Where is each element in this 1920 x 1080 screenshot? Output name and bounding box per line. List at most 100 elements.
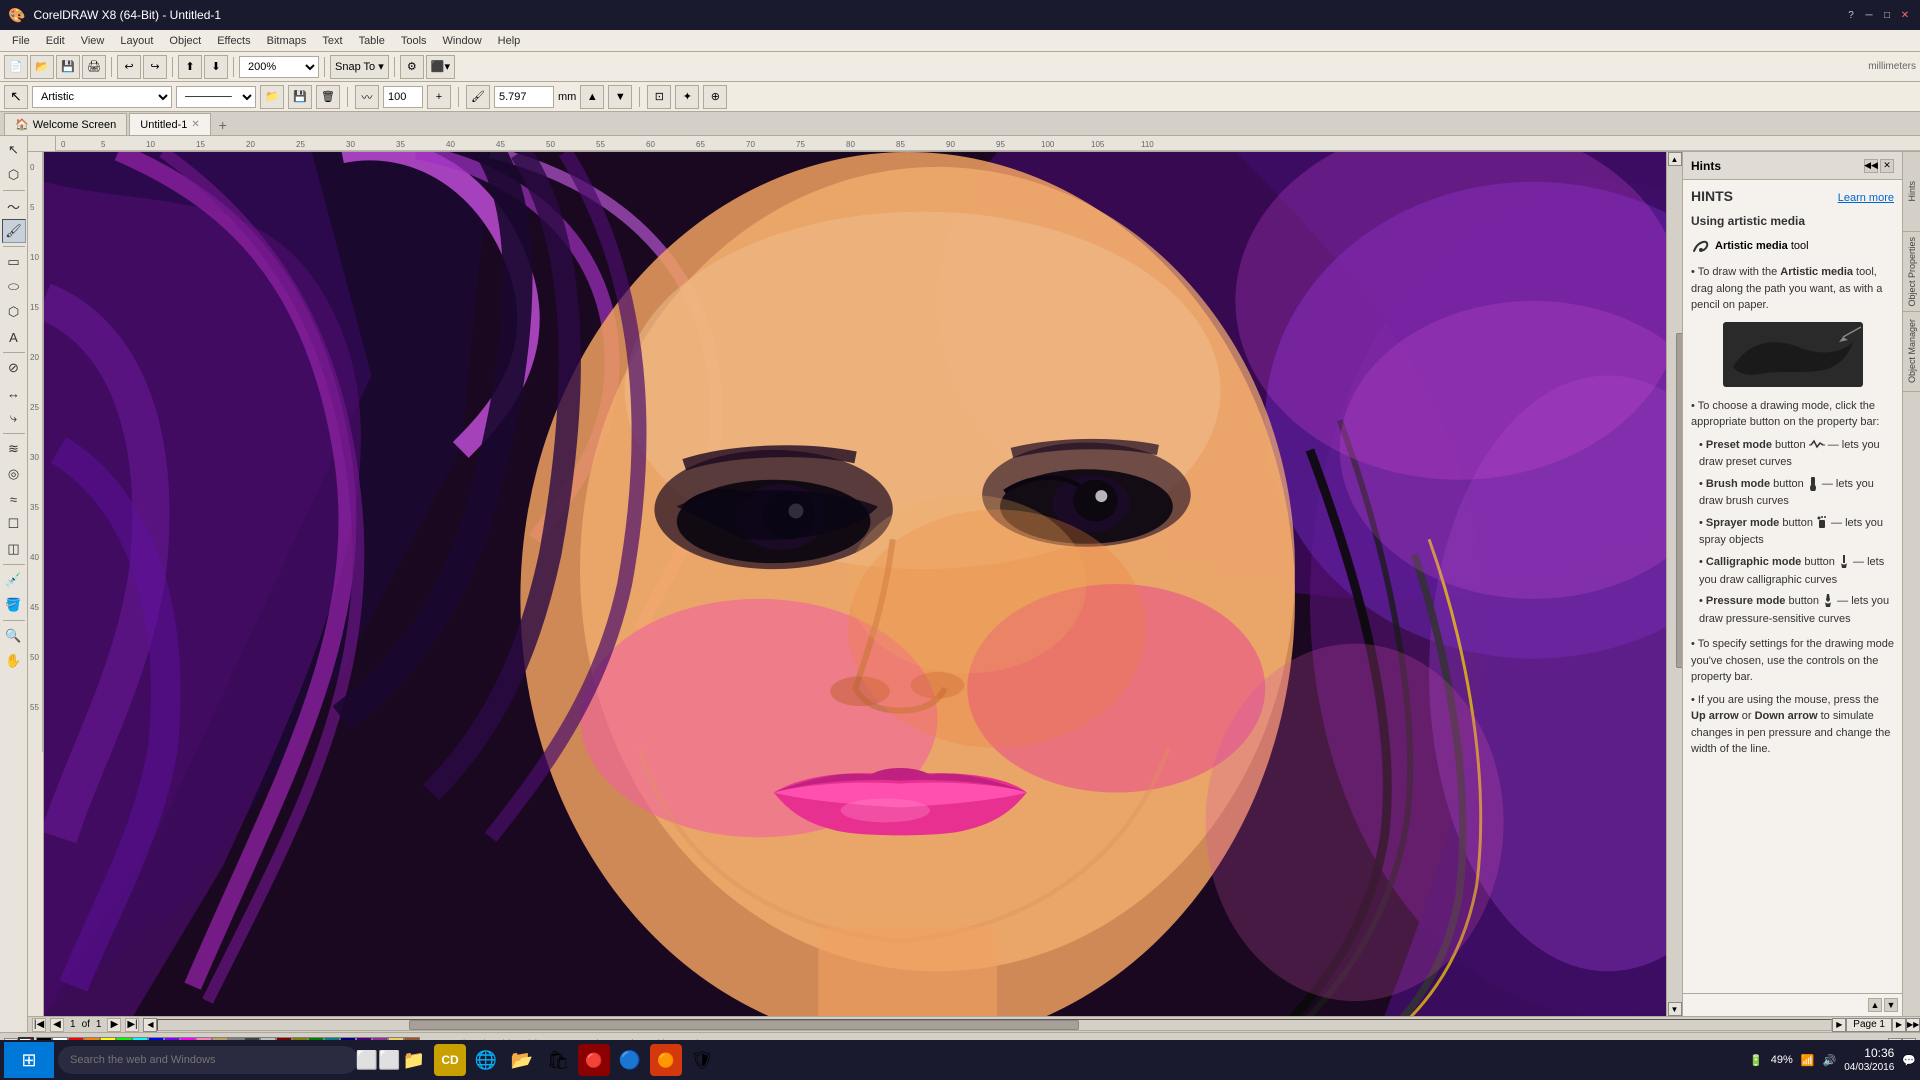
taskbar-clock[interactable]: 10:36 04/03/2016 xyxy=(1844,1046,1894,1075)
contour-tool[interactable]: ◎ xyxy=(2,462,26,486)
polygon-tool[interactable]: ⬡ xyxy=(2,300,26,324)
menu-text[interactable]: Text xyxy=(314,33,350,49)
scroll-right-button[interactable]: ▶ xyxy=(1832,1018,1846,1032)
smoothness-input[interactable] xyxy=(383,86,423,108)
import-button[interactable]: ⬆ xyxy=(178,55,202,79)
window-minimize-button[interactable]: ─ xyxy=(1862,8,1876,22)
scroll-up-button[interactable]: ▲ xyxy=(1668,152,1682,166)
taskbar-chrome-icon[interactable]: 🔵 xyxy=(614,1044,646,1076)
freehand-tool[interactable]: 〜 xyxy=(2,194,26,218)
add-tab-button[interactable]: + xyxy=(213,115,233,135)
transform-btn[interactable]: ⊡ xyxy=(647,85,671,109)
hints-expand-button[interactable]: ◀◀ xyxy=(1864,159,1878,173)
menu-file[interactable]: File xyxy=(4,33,38,49)
fill-tool[interactable]: 🪣 xyxy=(2,593,26,617)
taskbar-task-view[interactable]: ⬜⬜ xyxy=(362,1044,394,1076)
object-properties-tab[interactable]: Object Properties xyxy=(1903,232,1920,312)
snap-to-button[interactable]: Snap To ▾ xyxy=(330,55,389,79)
hints-scroll-up-button[interactable]: ▲ xyxy=(1868,998,1882,1012)
h-scroll-expand-right[interactable]: ▶ xyxy=(1892,1018,1906,1032)
menu-view[interactable]: View xyxy=(73,33,113,49)
taskbar-corel-icon[interactable]: CD xyxy=(434,1044,466,1076)
nodes-btn[interactable]: ✦ xyxy=(675,85,699,109)
menu-edit[interactable]: Edit xyxy=(38,33,73,49)
scroll-left-button[interactable]: ◀ xyxy=(143,1018,157,1032)
eyedropper-tool[interactable]: 💉 xyxy=(2,568,26,592)
welcome-tab[interactable]: 🏠 Welcome Screen xyxy=(4,113,127,135)
hints-close-button[interactable]: ✕ xyxy=(1880,159,1894,173)
smoothness-up[interactable]: + xyxy=(427,85,451,109)
scroll-down-button[interactable]: ▼ xyxy=(1668,1002,1682,1016)
zoom-tool[interactable]: 🔍 xyxy=(2,624,26,648)
prev-page-button[interactable]: ◀ xyxy=(50,1018,64,1032)
add-btn[interactable]: ⊕ xyxy=(703,85,727,109)
taskbar-app2-icon[interactable]: 🟠 xyxy=(650,1044,682,1076)
learn-more-link[interactable]: Learn more xyxy=(1838,192,1894,204)
menu-bitmaps[interactable]: Bitmaps xyxy=(259,33,315,49)
smooth-btn[interactable]: 〰 xyxy=(355,85,379,109)
h-scroll-thumb[interactable] xyxy=(409,1020,1078,1030)
export-button[interactable]: ⬇ xyxy=(204,55,228,79)
stroke-style-selector[interactable]: ────── xyxy=(176,86,256,108)
menu-object[interactable]: Object xyxy=(161,33,209,49)
taskbar-explorer-icon[interactable]: 📂 xyxy=(506,1044,538,1076)
window-help-icon[interactable]: ? xyxy=(1844,8,1858,22)
transparency-tool[interactable]: ◫ xyxy=(2,537,26,561)
menu-layout[interactable]: Layout xyxy=(112,33,161,49)
selection-tool-btn[interactable]: ↖ xyxy=(4,85,28,109)
page-tab-label[interactable]: Page 1 xyxy=(1846,1018,1892,1032)
notifications-button[interactable]: 💬 xyxy=(1902,1054,1916,1067)
node-tool[interactable]: ⬡ xyxy=(2,163,26,187)
print-button[interactable]: 🖨 xyxy=(82,55,106,79)
redo-button[interactable]: ↪ xyxy=(143,55,167,79)
parallel-tool[interactable]: ⊘ xyxy=(2,356,26,380)
connector-tool[interactable]: ⤷ xyxy=(2,406,26,430)
pan-tool[interactable]: ✋ xyxy=(2,649,26,673)
stroke-folder-btn[interactable]: 📁 xyxy=(260,85,284,109)
menu-help[interactable]: Help xyxy=(490,33,529,49)
width-up[interactable]: ▲ xyxy=(580,85,604,109)
stroke-save-btn[interactable]: 💾 xyxy=(288,85,312,109)
next-page-button[interactable]: ▶ xyxy=(107,1018,121,1032)
open-button[interactable]: 📂 xyxy=(30,55,54,79)
pick-tool[interactable]: ↖ xyxy=(2,138,26,162)
first-page-button[interactable]: |◀ xyxy=(32,1018,46,1032)
zoom-select[interactable]: 200% 100% 75% 50% xyxy=(239,56,319,78)
hints-sidebar-tab[interactable]: Hints xyxy=(1903,152,1920,232)
new-button[interactable]: 📄 xyxy=(4,55,28,79)
taskbar-app1-icon[interactable]: 🔴 xyxy=(578,1044,610,1076)
text-tool[interactable]: A xyxy=(2,325,26,349)
taskbar-search[interactable] xyxy=(58,1046,358,1074)
menu-table[interactable]: Table xyxy=(351,33,393,49)
width-input[interactable] xyxy=(494,86,554,108)
artistic-media-tool active[interactable]: 🖌 xyxy=(2,219,26,243)
ellipse-tool[interactable]: ⬭ xyxy=(2,275,26,299)
undo-button[interactable]: ↩ xyxy=(117,55,141,79)
taskbar-security-icon[interactable]: 🛡 xyxy=(686,1044,718,1076)
dimension-tool[interactable]: ↔ xyxy=(2,381,26,405)
object-manager-tab[interactable]: Object Manager xyxy=(1903,312,1920,392)
taskbar-ie-icon[interactable]: 🌐 xyxy=(470,1044,502,1076)
blend-tool[interactable]: ≋ xyxy=(2,437,26,461)
view-options-button[interactable]: ⬛▾ xyxy=(426,55,455,79)
h-scroll-expand-more[interactable]: ▶▶ xyxy=(1906,1018,1920,1032)
canvas-container[interactable]: ▲ ▼ xyxy=(44,152,1682,1016)
menu-window[interactable]: Window xyxy=(435,33,490,49)
window-close-button[interactable]: ✕ xyxy=(1898,8,1912,22)
distort-tool[interactable]: ≈ xyxy=(2,487,26,511)
taskbar-store-icon[interactable]: 🛍 xyxy=(542,1044,574,1076)
taskbar-file-explorer[interactable]: 📁 xyxy=(398,1044,430,1076)
save-button[interactable]: 💾 xyxy=(56,55,80,79)
width-down[interactable]: ▼ xyxy=(608,85,632,109)
shadow-tool[interactable]: ☐ xyxy=(2,512,26,536)
preset-selector[interactable]: Artistic xyxy=(32,86,172,108)
last-page-button[interactable]: ▶| xyxy=(125,1018,139,1032)
rectangle-tool[interactable]: ▭ xyxy=(2,250,26,274)
menu-effects[interactable]: Effects xyxy=(209,33,258,49)
menu-tools[interactable]: Tools xyxy=(393,33,435,49)
document-tab[interactable]: Untitled-1 ✕ xyxy=(129,113,210,135)
start-button[interactable]: ⊞ xyxy=(4,1042,54,1078)
options-button[interactable]: ⚙ xyxy=(400,55,424,79)
hints-scroll-down-button[interactable]: ▼ xyxy=(1884,998,1898,1012)
v-scroll-thumb[interactable] xyxy=(1676,333,1683,667)
